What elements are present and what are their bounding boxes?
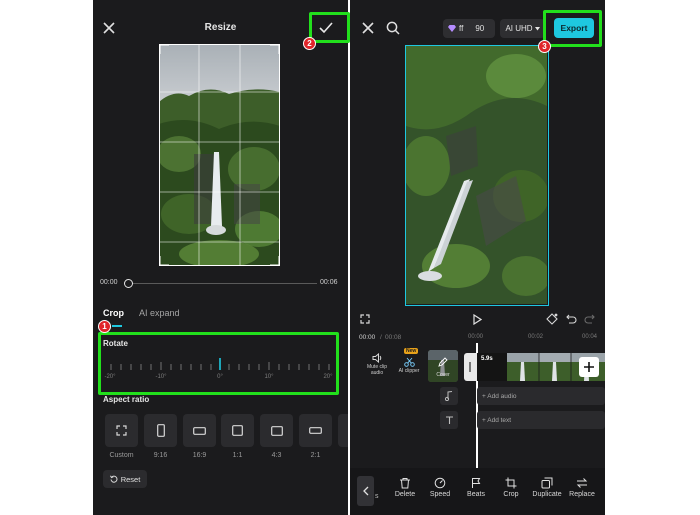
ai-clipper-button[interactable]: New AI clipper [394,348,424,374]
ratio-1-1-label: 1:1 [232,452,243,459]
add-text-track[interactable]: + Add text [477,411,605,429]
beats-label: Beats [467,491,485,498]
ratio-4-3-label: 4:3 [271,452,282,459]
ratio-custom-button[interactable] [105,414,138,447]
tab-active-indicator [112,325,122,327]
speed-icon [434,477,446,489]
music-note-icon[interactable] [440,387,458,405]
text-icon[interactable] [440,411,458,429]
chevron-down-icon [534,26,540,31]
duplicate-tool[interactable]: Duplicate [530,477,564,498]
time-start: 00:00 [100,279,118,286]
highlight-export [543,10,602,47]
ratio-more-button[interactable] [338,414,348,447]
expand-icon[interactable] [359,313,371,325]
time-end: 00:06 [320,279,338,286]
speaker-icon [364,353,390,363]
add-audio-track[interactable]: + Add audio [477,387,605,405]
clip-trim-handle[interactable] [464,353,477,381]
delete-tool[interactable]: Delete [388,477,422,498]
time-total: 00:08 [385,334,402,341]
highlight-confirm [309,12,350,43]
duplicate-icon [541,477,553,489]
mute-clip-audio-button[interactable]: Mute clip audio [364,353,390,376]
plus-icon[interactable] [579,357,599,377]
pencil-icon [438,357,448,367]
crop-label: Crop [503,491,519,498]
ratio-16-9-button[interactable] [183,414,216,447]
quality-select[interactable]: AI UHD [500,19,545,38]
pro-badge-text: ff [459,24,464,33]
add-text-label: + Add text [482,416,512,424]
reset-label: Reset [120,474,141,484]
ratio-16-9-label: 16:9 [192,452,207,459]
trash-icon [400,478,410,489]
callout-1: 1 [98,320,111,333]
redo-icon[interactable] [582,312,596,326]
chevron-left-icon[interactable] [357,476,374,506]
resize-panel: Resize 00:00 00:06 Crop AI expand Rotate… [93,0,348,515]
reset-icon [109,475,118,483]
crop-icon [505,477,517,489]
tab-ai-expand[interactable]: AI expand [139,308,180,318]
video-preview[interactable] [405,45,549,306]
callout-2: 2 [303,37,316,50]
clip-duration: 5.9s [481,356,493,362]
ruler-mark-0: 00:00 [468,334,484,340]
delete-label: Delete [394,491,416,498]
reset-button[interactable]: Reset [103,470,147,488]
editor-panel: ff 90 AI UHD Export 00:00 / 00:08 00:00 … [350,0,605,515]
time-current: 00:00 [359,334,376,341]
ratio-2-1-button[interactable] [299,414,332,447]
undo-icon[interactable] [564,312,578,326]
scissors-icon [394,357,424,367]
keyframe-icon[interactable] [545,312,559,326]
beats-tool[interactable]: Beats [459,477,493,498]
replace-tool[interactable]: Replace [565,477,599,498]
ratio-custom-label: Custom [109,452,134,459]
diamond-icon [448,25,456,32]
ai-clipper-label: AI clipper [398,368,420,374]
video-preview[interactable] [159,44,280,266]
ratio-9-16-label: 9:16 [153,452,168,459]
ratio-2-1-label: 2:1 [310,452,321,459]
ratio-9-16-button[interactable] [144,414,177,447]
tab-crop[interactable]: Crop [103,308,124,318]
aspect-ratio-label: Aspect ratio [103,395,150,404]
highlight-rotate [98,332,339,395]
speed-tool[interactable]: Speed [423,477,457,498]
new-badge: New [404,348,419,354]
ruler-mark-2: 00:02 [528,334,544,340]
scrubber-track[interactable] [129,283,317,284]
close-icon[interactable] [360,20,376,36]
replace-icon [576,478,588,488]
duplicate-label: Duplicate [532,491,562,498]
pro-credits-badge[interactable]: ff 90 [443,19,495,38]
add-audio-label: + Add audio [482,392,517,400]
cover-button[interactable]: Cover [428,350,458,382]
play-icon[interactable] [470,312,484,326]
pro-badge-number: 90 [475,24,485,33]
flag-icon [472,478,481,488]
mute-clip-audio-label: Mute clip audio [366,364,387,376]
crop-tool[interactable]: Crop [494,477,528,498]
ratio-4-3-button[interactable] [260,414,293,447]
replace-label: Replace [569,491,595,498]
ratio-1-1-button[interactable] [221,414,254,447]
callout-3: 3 [538,40,551,53]
speed-label: Speed [429,491,451,498]
ruler-mark-4: 00:04 [582,334,598,340]
cover-label: Cover [436,372,450,378]
search-icon[interactable] [384,19,402,37]
scrubber-handle[interactable] [124,279,133,288]
quality-label: AI UHD [505,24,533,33]
